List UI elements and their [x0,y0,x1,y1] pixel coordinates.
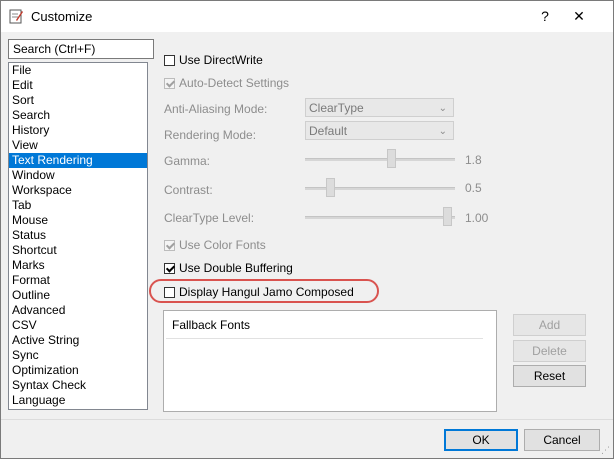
cleartype-level-value: 1.00 [465,211,489,225]
category-item[interactable]: Syntax Check [9,378,147,393]
anti-aliasing-label: Anti-Aliasing Mode: [164,102,268,116]
use-color-fonts-checkbox: Use Color Fonts [164,238,266,252]
anti-aliasing-combo: ClearType ⌄ [305,98,454,117]
gamma-value: 1.8 [465,153,482,167]
rendering-mode-combo: Default ⌄ [305,121,454,140]
category-item[interactable]: Text Rendering [9,153,147,168]
help-button[interactable]: ? [533,5,557,27]
chevron-down-icon: ⌄ [438,103,447,114]
gamma-label: Gamma: [164,154,211,168]
anti-aliasing-value: ClearType [309,101,364,115]
delete-button: Delete [513,340,586,362]
ok-button[interactable]: OK [444,429,518,451]
category-item[interactable]: Optimization [9,363,147,378]
use-directwrite-label: Use DirectWrite [179,53,263,67]
category-item[interactable]: Window [9,168,147,183]
category-item[interactable]: Mouse [9,213,147,228]
rendering-mode-label: Rendering Mode: [164,128,257,142]
gamma-slider [305,149,455,169]
category-item[interactable]: Active String [9,333,147,348]
auto-detect-checkbox: Auto-Detect Settings [164,76,289,90]
contrast-slider [305,178,455,198]
slider-thumb [443,207,452,226]
checkbox-icon [164,54,175,66]
category-item[interactable]: Workspace [9,183,147,198]
fallback-fonts-header: Fallback Fonts [166,313,486,339]
category-item[interactable]: Language [9,393,147,408]
fallback-fonts-list[interactable]: Fallback Fonts [163,310,497,412]
category-item[interactable]: Sync [9,348,147,363]
rendering-mode-value: Default [309,124,348,138]
cancel-button[interactable]: Cancel [524,429,600,451]
slider-thumb [387,149,396,168]
checkbox-icon [164,262,175,274]
category-item[interactable]: Tab [9,198,147,213]
category-item[interactable]: Marks [9,258,147,273]
slider-thumb [326,178,335,197]
slider-track [305,216,455,219]
category-item[interactable]: Status [9,228,147,243]
category-item[interactable]: Format [9,273,147,288]
contrast-label: Contrast: [164,183,213,197]
category-item[interactable]: Search [9,108,147,123]
category-item[interactable]: Shortcut [9,243,147,258]
chevron-down-icon: ⌄ [438,126,447,137]
category-list[interactable]: File Edit Sort Search History View Text Render… [8,62,148,410]
auto-detect-label: Auto-Detect Settings [179,76,290,90]
use-double-buffering-checkbox[interactable]: Use Double Buffering [164,261,293,275]
search-input[interactable] [8,39,154,59]
checkbox-icon [164,77,175,89]
checkbox-icon [164,239,175,251]
highlight-ring [149,279,379,303]
close-button[interactable]: ✕ [567,5,591,27]
category-item[interactable]: Outline [9,288,147,303]
app-icon [9,9,23,24]
contrast-value: 0.5 [465,181,482,195]
add-button: Add [513,314,586,336]
category-item[interactable]: Sort [9,93,147,108]
category-item[interactable]: CSV [9,318,147,333]
use-color-fonts-label: Use Color Fonts [179,238,266,252]
use-double-buffering-label: Use Double Buffering [179,261,293,275]
category-item[interactable]: File [9,63,147,78]
category-item[interactable]: Edit [9,78,147,93]
reset-button[interactable]: Reset [513,365,586,387]
use-directwrite-checkbox[interactable]: Use DirectWrite [164,53,263,67]
slider-track [305,158,455,161]
category-item[interactable]: Advanced [9,303,147,318]
title-bar: Customize ? ✕ [1,1,613,32]
customize-dialog: Customize ? ✕ FileEditSortSearchHistoryV… [0,0,614,459]
scrollbar[interactable] [483,311,496,411]
cleartype-level-label: ClearType Level: [164,211,255,225]
category-item[interactable]: History [9,123,147,138]
footer-divider [1,419,613,420]
window-title: Customize [31,9,93,24]
category-item[interactable]: View [9,138,147,153]
cleartype-level-slider [305,207,455,227]
resize-grip-icon[interactable]: ⋰ [600,445,610,455]
